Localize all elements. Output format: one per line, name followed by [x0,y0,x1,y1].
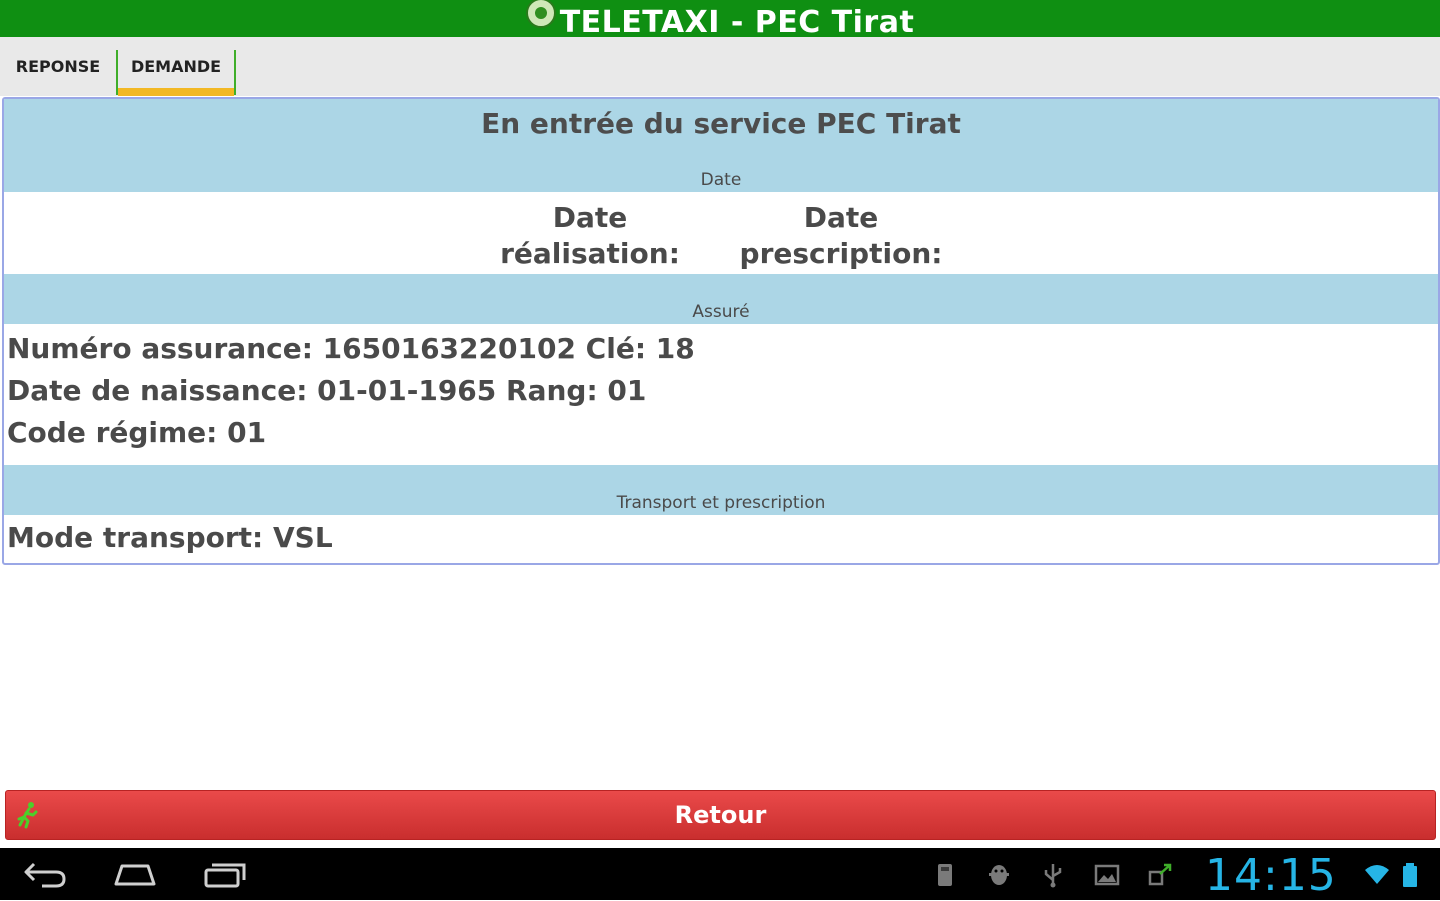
active-tab-indicator [118,88,234,96]
system-clock: 14:15 [1205,850,1337,901]
android-debug-icon [989,865,1009,885]
tab-reponse[interactable]: REPONSE [0,50,116,95]
wifi-icon [1365,865,1389,884]
birth-date-line: Date de naissance: 01-01-1965 Rang: 01 [7,374,647,407]
tab-reponse-label: REPONSE [15,57,101,76]
assurance-number-line: Numéro assurance: 1650163220102 Clé: 18 [7,332,695,365]
transport-mode-line: Mode transport: VSL [7,521,333,554]
details-panel: En entrée du service PEC Tirat Date Date… [2,97,1440,565]
tab-demande-label: DEMANDE [130,57,222,76]
date-realisation-label: Date réalisation: [500,201,680,270]
app-title: TELETAXI - PEC Tirat [559,5,915,40]
transport-section-header: Transport et prescription [4,465,1438,515]
panel-header: En entrée du service PEC Tirat Date [4,99,1438,192]
date-row: Date réalisation: 01-03-2016 Date prescr… [4,192,1438,306]
assure-details: Numéro assurance: 1650163220102 Clé: 18 … [4,324,1438,465]
date-prescription-label: Date prescription: [739,201,943,270]
image-icon [1094,864,1120,886]
recent-apps-icon[interactable] [202,858,248,890]
home-icon[interactable] [112,858,158,890]
assure-section-header: Assuré [4,274,1438,324]
system-nav-bar: 14:15 [0,848,1440,901]
panel-heading: En entrée du service PEC Tirat [481,107,961,140]
screen-share-icon [1148,863,1172,886]
sd-card-icon [938,864,952,886]
app-title-bar: TELETAXI - PEC Tirat [0,0,1440,40]
usb-icon [1044,864,1062,888]
transport-details: Mode transport: VSL [4,515,1438,561]
assure-section-label: Assuré [692,302,750,322]
back-icon[interactable] [22,858,68,890]
tab-bar: REPONSE DEMANDE [0,37,1440,96]
tab-demande[interactable]: DEMANDE [116,50,236,96]
battery-icon [1403,863,1417,887]
retour-button-label: Retour [674,801,767,829]
app-logo-icon [525,0,556,28]
running-man-icon [17,802,38,829]
transport-section-label: Transport et prescription [616,493,826,513]
retour-button[interactable]: Retour [5,790,1436,840]
date-section-label: Date [700,170,742,190]
regime-code-line: Code régime: 01 [7,416,267,449]
